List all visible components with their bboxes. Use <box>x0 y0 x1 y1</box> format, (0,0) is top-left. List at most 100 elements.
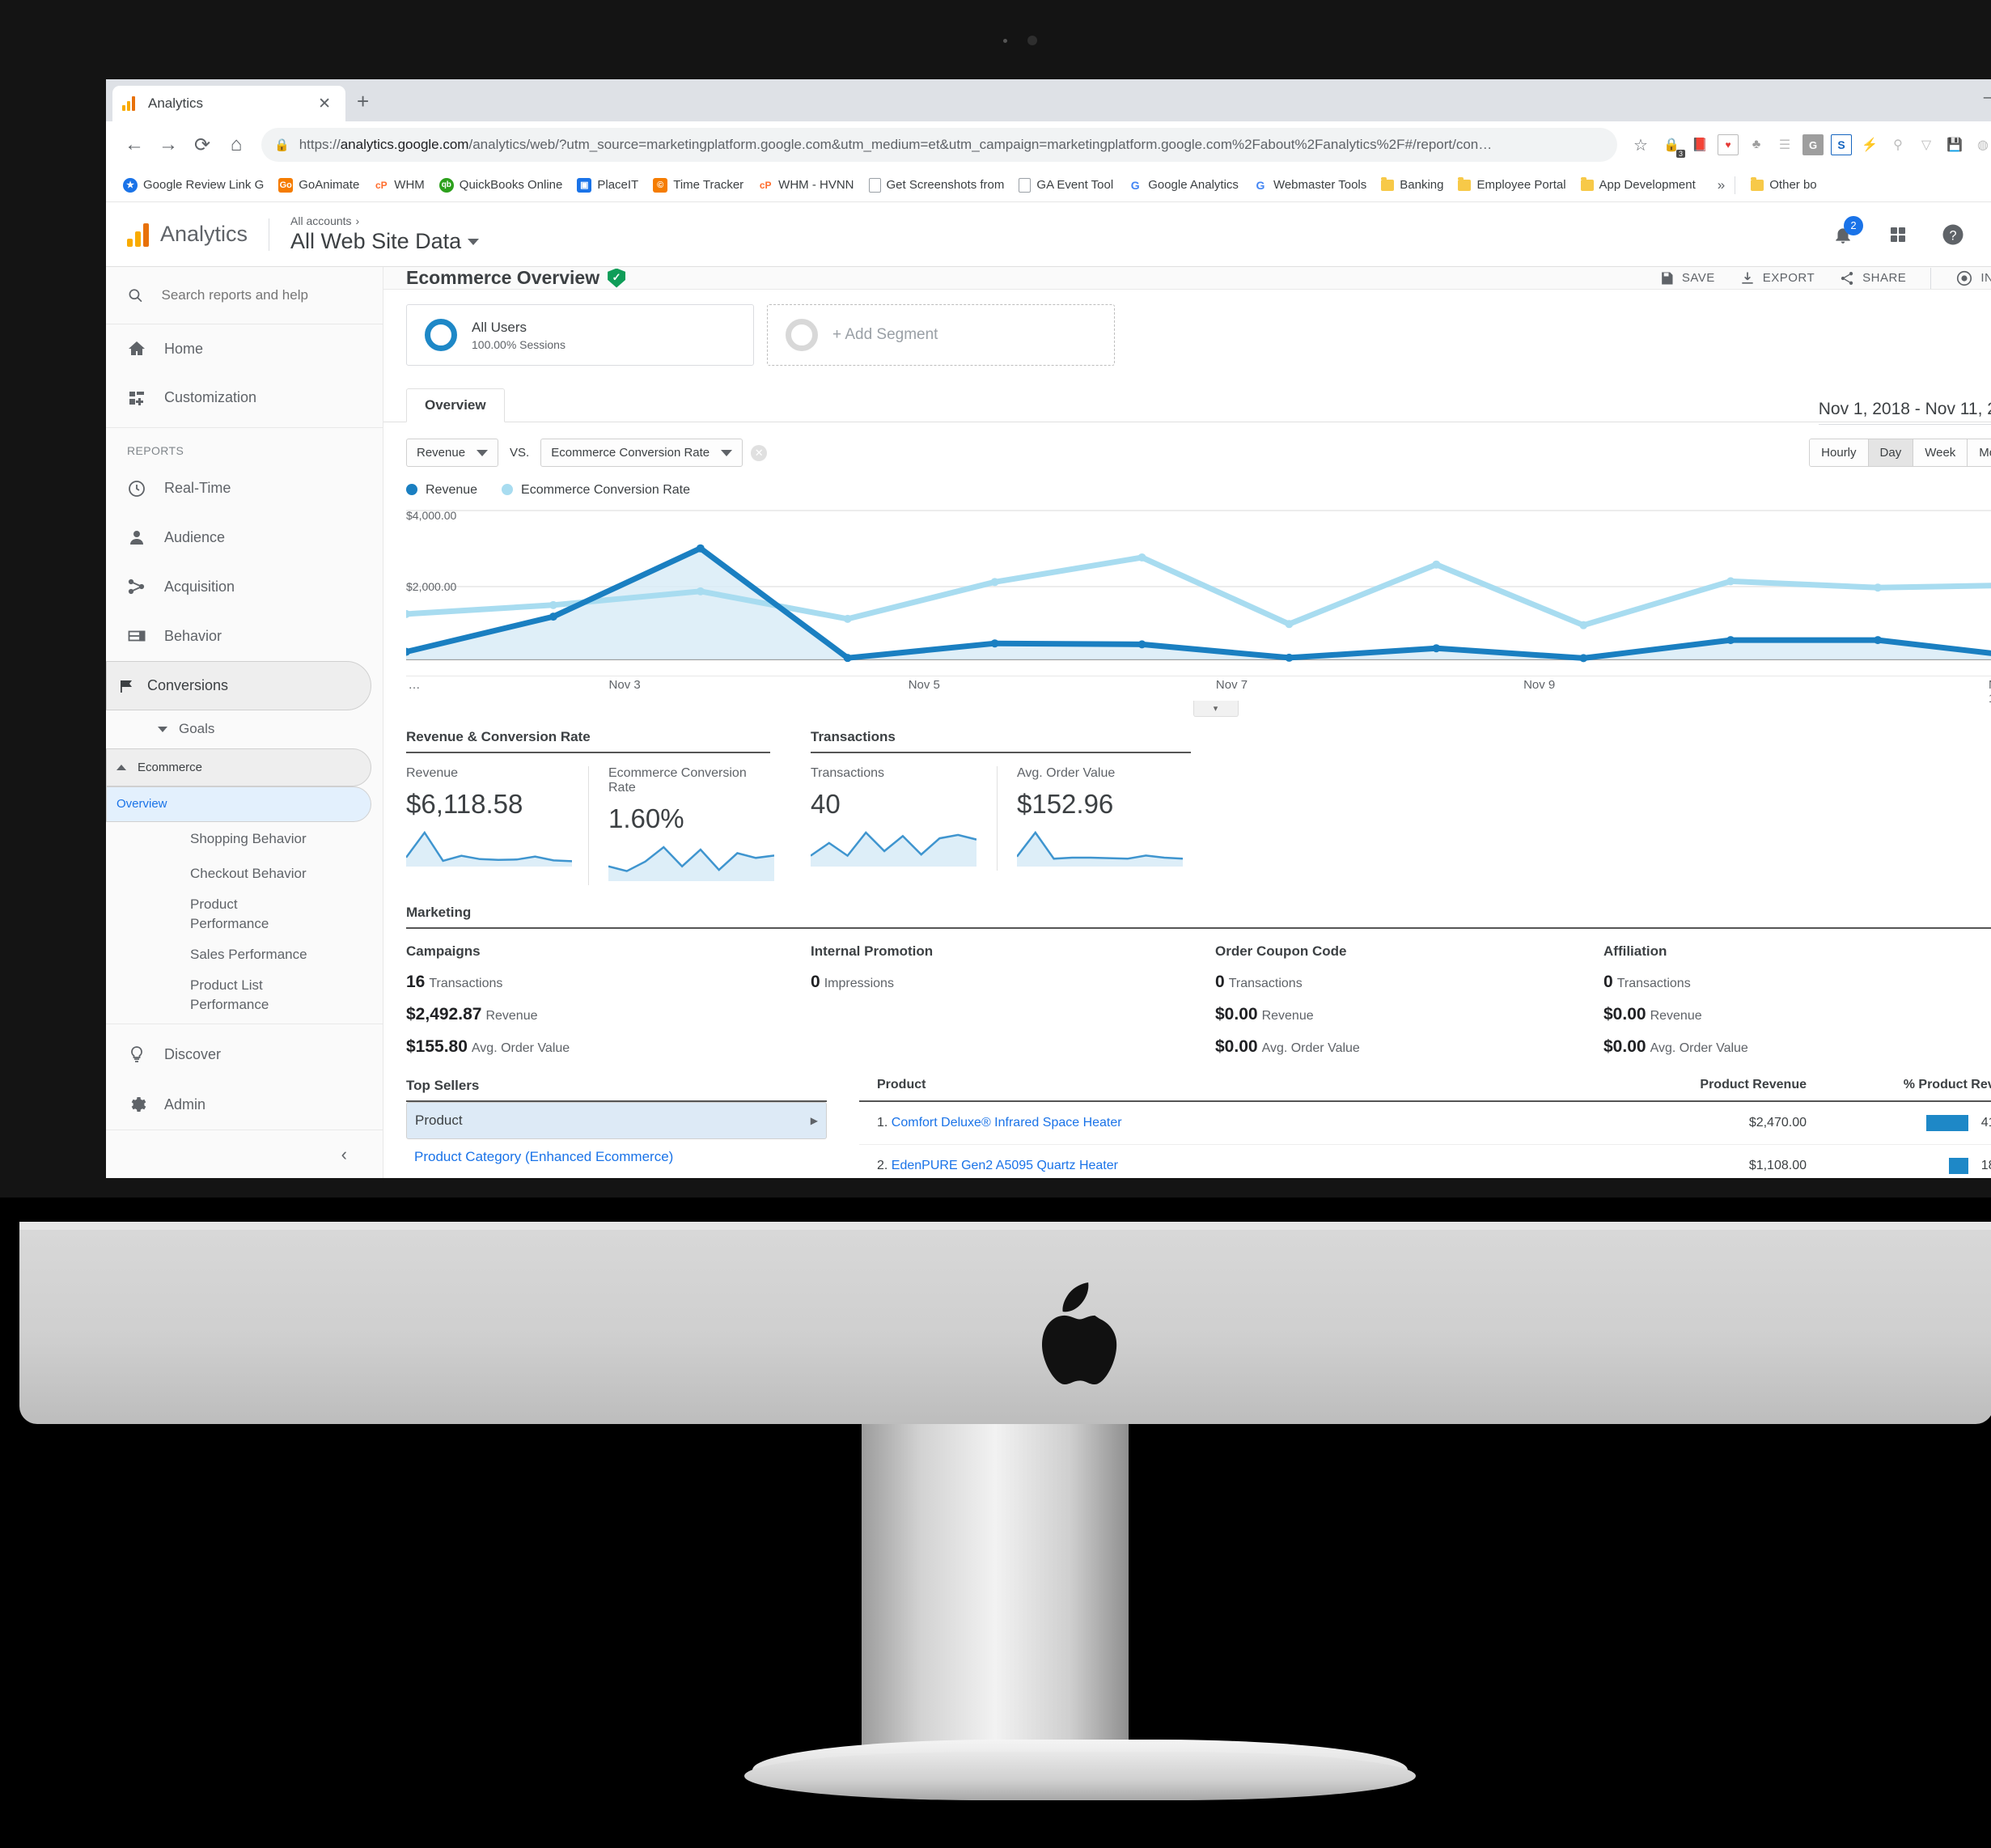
home-icon[interactable]: ⌂ <box>219 128 253 162</box>
sidebar-item-goals[interactable]: Goals <box>106 710 383 748</box>
sidebar-collapse-button[interactable]: ‹ <box>106 1130 383 1178</box>
granularity-week[interactable]: Week <box>1913 439 1968 466</box>
lines-icon[interactable]: ☰ <box>1774 134 1795 155</box>
export-icon <box>1742 272 1753 284</box>
sidebar-item-ecommerce[interactable]: Ecommerce <box>106 748 371 787</box>
bookmark-item[interactable]: qb QuickBooks Online <box>434 175 569 196</box>
search-input[interactable] <box>161 286 362 303</box>
col-pct-product-revenue[interactable]: % Product Revenue <box>1807 1078 1991 1102</box>
sidebar-item-home[interactable]: Home <box>106 324 383 374</box>
granularity-month[interactable]: Month <box>1968 439 1991 466</box>
bookmark-item[interactable]: GA Event Tool <box>1013 175 1119 196</box>
segment-all-users[interactable]: All Users 100.00% Sessions <box>406 304 754 366</box>
date-range-selector[interactable]: Nov 1, 2018 - Nov 11, 2018 <box>1818 400 1991 425</box>
bookmark-item[interactable]: ★ Google Review Link G <box>117 175 269 196</box>
tree-icon[interactable]: ♣ <box>1746 134 1767 155</box>
sidebar-item-customization[interactable]: Customization <box>106 373 383 422</box>
save-button[interactable]: SAVE <box>1658 270 1715 286</box>
sidebar-item-label: Shopping Behavior <box>190 831 307 847</box>
insights-button[interactable]: INSIGH <box>1955 269 1991 287</box>
export-button[interactable]: EXPORT <box>1739 270 1815 286</box>
sidebar-item-overview[interactable]: Overview <box>106 786 371 822</box>
sidebar-item-real-time[interactable]: Real-Time <box>106 464 383 513</box>
sidebar-bottom: Discover Admin ‹ <box>106 1019 383 1178</box>
add-segment-button[interactable]: + Add Segment <box>767 304 1115 366</box>
bookmark-item[interactable]: App Development <box>1575 175 1701 195</box>
kpi-avg-order-value: Avg. Order Value $152.96 <box>997 766 1184 871</box>
chart-collapse-toggle[interactable]: ▾ <box>1192 701 1239 717</box>
back-icon[interactable]: ← <box>117 128 151 162</box>
code-icon[interactable]: ◍ <box>1972 134 1991 155</box>
bookmark-item[interactable]: Banking <box>1375 175 1449 195</box>
granularity-day[interactable]: Day <box>1868 439 1914 466</box>
s-icon[interactable]: S <box>1831 134 1852 155</box>
row-rank: 2. <box>877 1159 888 1172</box>
search-reports-row[interactable] <box>106 267 383 324</box>
forward-icon[interactable]: → <box>151 128 185 162</box>
col-product[interactable]: Product <box>859 1078 1633 1102</box>
bookmark-item[interactable]: G Webmaster Tools <box>1248 175 1372 196</box>
apps-grid-icon[interactable] <box>1884 221 1912 248</box>
help-icon[interactable]: ? <box>1939 221 1967 248</box>
bookmark-item[interactable]: ▣ PlaceIT <box>571 175 644 196</box>
sidebar-item-conversions[interactable]: Conversions <box>106 660 371 710</box>
bookmark-star-icon[interactable]: ☆ <box>1625 129 1656 160</box>
minimize-icon[interactable]: — <box>1984 89 1991 105</box>
bookmark-item[interactable]: © Time Tracker <box>647 175 749 196</box>
sidebar-item-acquisition[interactable]: Acquisition <box>106 562 383 612</box>
product-link[interactable]: Comfort Deluxe® Infrared Space Heater <box>892 1116 1122 1130</box>
col-product-revenue[interactable]: Product Revenue <box>1632 1078 1807 1102</box>
tab-overview[interactable]: Overview <box>406 388 505 422</box>
kpi-cells: Revenue $6,118.58 Ecommerce Conversion R… <box>405 766 790 885</box>
new-tab-button[interactable]: + <box>357 91 369 112</box>
bookmark-item[interactable]: Employee Portal <box>1452 175 1571 195</box>
marketing-label: Avg. Order Value <box>471 1041 570 1055</box>
sidebar-item-sales-performance[interactable]: Sales Performance <box>106 938 383 973</box>
sidebar-item-product-list-performance[interactable]: Product List Performance <box>106 973 383 1019</box>
heart-card-icon[interactable]: ♥ <box>1718 134 1739 155</box>
top-sellers-dimension-brand[interactable]: Product Brand <box>406 1175 827 1178</box>
sidebar-item-admin[interactable]: Admin <box>106 1079 383 1130</box>
granularity-hourly[interactable]: Hourly <box>1810 439 1869 466</box>
browser-tab[interactable]: Analytics ✕ <box>112 86 345 121</box>
top-sellers-dimension-category[interactable]: Product Category (Enhanced Ecommerce) <box>406 1139 827 1175</box>
property-selector[interactable]: All Web Site Data <box>290 229 480 254</box>
sidebar-item-shopping-behavior[interactable]: Shopping Behavior <box>106 822 383 857</box>
sidebar-item-product-performance[interactable]: Product Performance <box>106 892 383 938</box>
clear-metric-icon[interactable]: ✕ <box>751 444 768 461</box>
primary-metric-select[interactable]: Revenue <box>406 439 499 467</box>
grammarly-icon[interactable]: G <box>1802 134 1824 155</box>
account-selector[interactable]: All accounts › All Web Site Data <box>290 214 480 254</box>
bookmark-item[interactable]: cP WHM - HVNN <box>752 175 859 196</box>
sidebar-item-behavior[interactable]: Behavior <box>106 612 383 661</box>
bookmark-item-other[interactable]: Other bo <box>1745 175 1822 195</box>
bookmark-item[interactable]: cP WHM <box>368 175 430 196</box>
sidebar-item-discover[interactable]: Discover <box>106 1029 383 1079</box>
filter-icon[interactable]: ▽ <box>1916 134 1937 155</box>
lightning-icon[interactable]: ⚡ <box>1859 134 1880 155</box>
kpi-value: $6,118.58 <box>406 789 523 819</box>
book-icon[interactable]: 📕 <box>1689 134 1710 155</box>
bookmark-item[interactable]: Get Screenshots from <box>863 175 1010 196</box>
address-bar[interactable]: 🔒 https://analytics.google.com/analytics… <box>261 128 1617 162</box>
top-sellers-dimension-product[interactable]: Product ▶ <box>406 1102 827 1139</box>
bookmarks-overflow-icon[interactable]: » <box>1718 177 1725 193</box>
bookmark-item[interactable]: Go GoAnimate <box>273 175 365 196</box>
dimension-label: Product <box>415 1113 463 1128</box>
secondary-metric-select[interactable]: Ecommerce Conversion Rate <box>540 439 743 467</box>
pin-icon[interactable]: ⚲ <box>1887 134 1908 155</box>
close-icon[interactable]: ✕ <box>313 95 336 113</box>
bell-icon[interactable]: 2 <box>1829 215 1863 248</box>
product-link[interactable]: EdenPURE Gen2 A5095 Quartz Heater <box>892 1159 1118 1172</box>
marketing-section: Marketing Campaigns 16 Transactions $2,49… <box>383 885 1991 1057</box>
imac-chin <box>19 1230 1991 1424</box>
reload-icon[interactable]: ⟳ <box>185 128 219 162</box>
save-disk-icon[interactable]: 💾 <box>1944 134 1965 155</box>
sidebar-item-audience[interactable]: Audience <box>106 513 383 562</box>
lastpass-icon[interactable]: 🔒 3 <box>1661 134 1685 158</box>
bookmark-item[interactable]: G Google Analytics <box>1122 175 1244 196</box>
apple-logo-icon <box>1027 1282 1125 1396</box>
marketing-label: Transactions <box>1228 977 1303 990</box>
sidebar-item-checkout-behavior[interactable]: Checkout Behavior <box>106 857 383 892</box>
share-button[interactable]: SHARE <box>1839 270 1906 286</box>
